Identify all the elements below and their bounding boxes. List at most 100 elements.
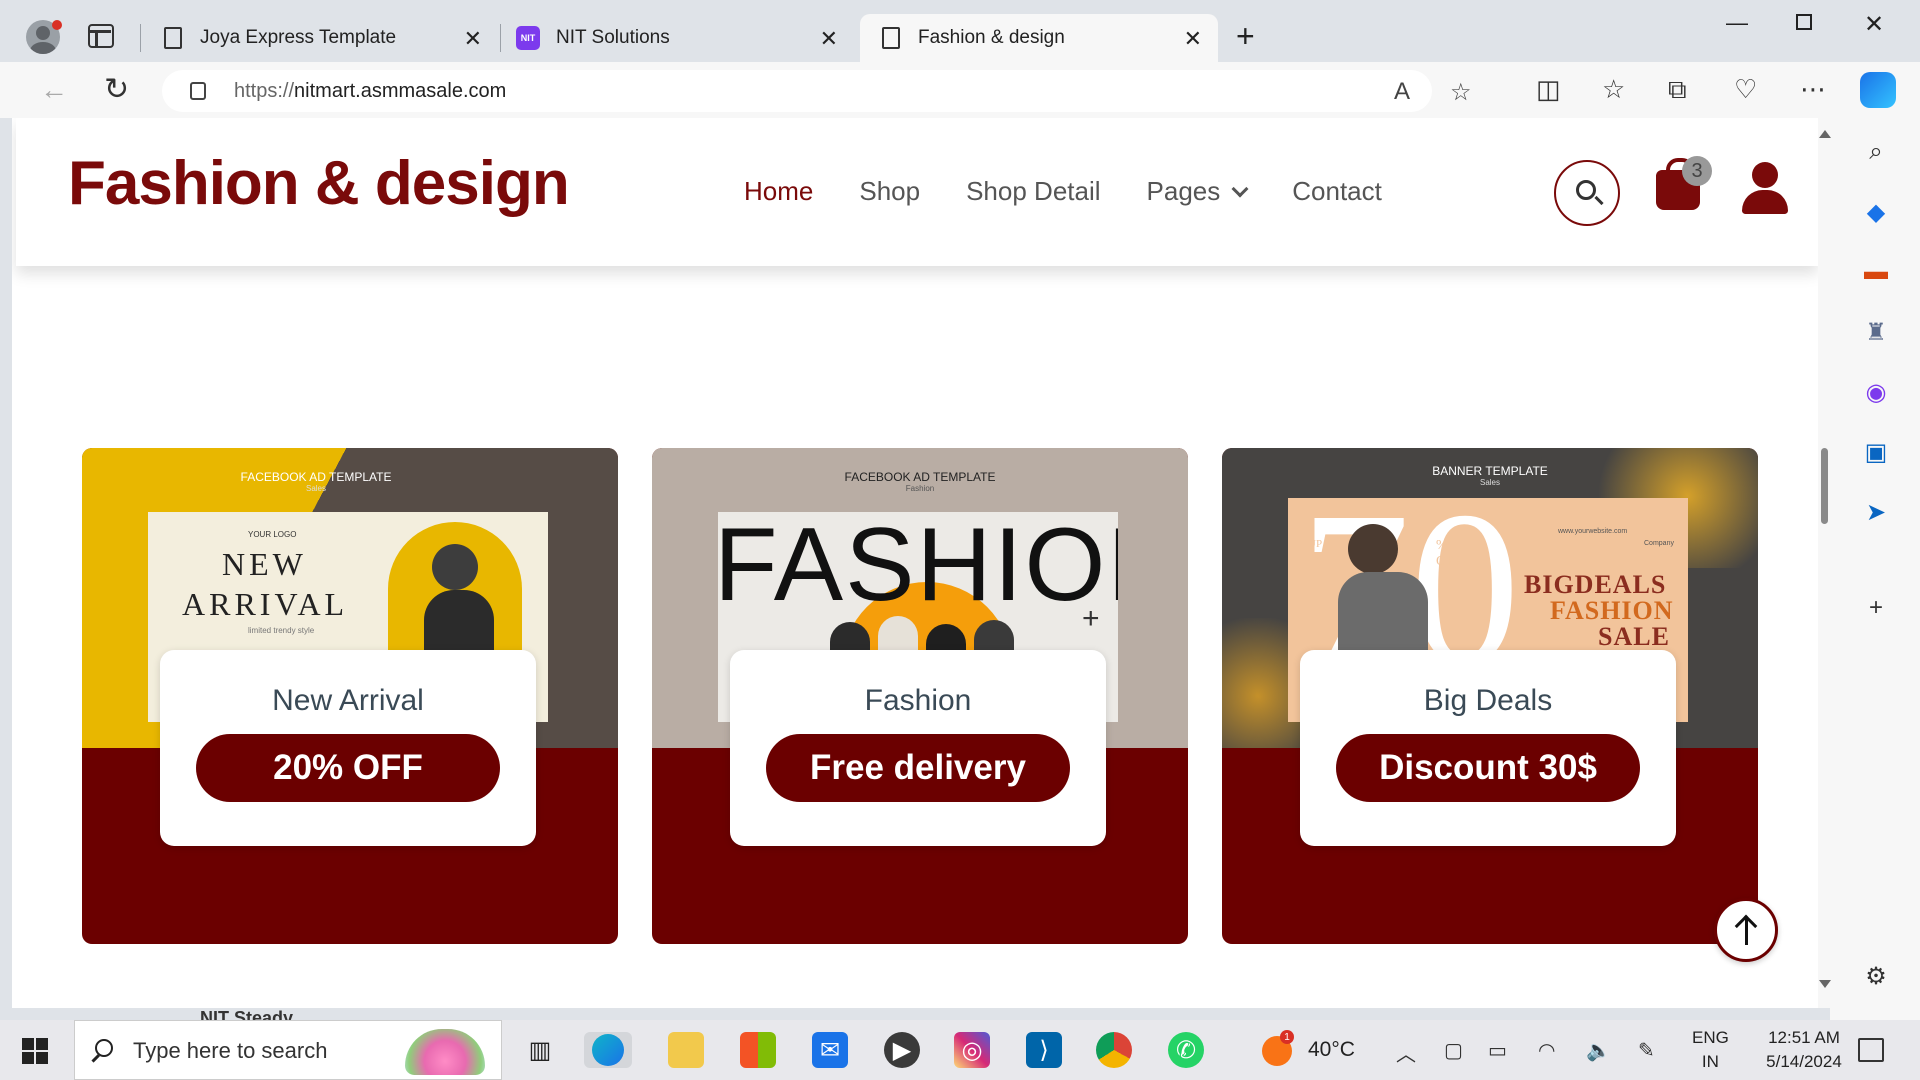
microsoft-store-icon[interactable] [740,1032,776,1068]
maximize-icon[interactable] [1796,14,1812,30]
settings-icon[interactable]: ⚙ [1862,962,1890,990]
edge-app-icon[interactable] [584,1032,632,1068]
task-view-icon[interactable]: ▥ [522,1032,558,1068]
shopping-tag-icon[interactable]: ◆ [1862,198,1890,226]
promo-card-new-arrival[interactable]: FACEBOOK AD TEMPLATE Sales YOUR LOGO NEW … [82,448,618,944]
search-button[interactable] [1554,160,1620,226]
windows-start-icon[interactable] [22,1038,48,1064]
tab-fashion[interactable]: Fashion & design ✕ [860,14,1218,62]
nav-shop[interactable]: Shop [859,176,920,207]
instagram-icon[interactable]: ◎ [954,1032,990,1068]
promo-button[interactable]: 20% OFF [196,734,500,802]
tab-title: NIT Solutions [556,27,670,48]
promo-card-big-deals[interactable]: BANNER TEMPLATESales 70 UP TO % OFF www.… [1222,448,1758,944]
search-icon [95,1039,113,1057]
vscode-icon[interactable]: ⟩ [1026,1032,1062,1068]
search-icon [1576,180,1596,200]
clock[interactable]: 12:51 AM 5/14/2024 [1744,1026,1864,1074]
ad-header: BANNER TEMPLATE Sales [1432,464,1548,487]
whatsapp-icon[interactable]: ✆ [1168,1032,1204,1068]
promo-card-fashion[interactable]: FACEBOOK AD TEMPLATEFashion FASHION + Fa… [652,448,1188,944]
copilot-icon[interactable] [1860,72,1896,108]
tab-strip: Joya Express Template ✕ NIT NIT Solution… [0,0,1920,62]
address-bar[interactable]: https://nitmart.asmmasale.com A ☆ [162,70,1472,112]
nav-pages-label: Pages [1146,176,1221,206]
language-indicator[interactable]: ENG IN [1692,1026,1729,1074]
user-icon[interactable] [1742,162,1788,214]
scroll-down-arrow[interactable] [1819,980,1831,988]
promo-title: Big Deals [1423,684,1553,717]
search-icon[interactable]: ⌕ [1862,138,1890,166]
tab-title: Joya Express Template [200,27,397,48]
notification-dot [52,20,62,30]
pen-icon[interactable]: ✎ [1638,1038,1655,1063]
battery-icon[interactable]: ▭ [1488,1038,1507,1063]
volume-icon[interactable]: 🔈 [1586,1038,1611,1063]
mail-icon[interactable]: ✉ [812,1032,848,1068]
taskbar-search-box[interactable]: Type here to search [74,1020,502,1080]
temperature-text[interactable]: 40°C [1308,1038,1355,1062]
lock-icon[interactable] [190,82,206,100]
windows-taskbar: Type here to search ▥ ✉ ▶ ◎ ⟩ ✆ 1 40°C ︿… [0,1020,1920,1080]
nav-home[interactable]: Home [744,176,813,207]
promo-title: Fashion [864,684,972,717]
games-icon[interactable]: ♜ [1862,318,1890,346]
meet-now-icon[interactable]: ▢ [1444,1038,1463,1063]
page-scrollbar[interactable] [1818,118,1831,1008]
chevron-down-icon [1231,180,1249,197]
site-logo[interactable]: Fashion & design [68,148,570,219]
add-icon[interactable]: + [1862,594,1890,622]
back-icon[interactable]: ← [40,74,68,106]
promo-button[interactable]: Discount 30$ [1336,734,1640,802]
page-icon [164,27,182,49]
tab-nit[interactable]: NIT NIT Solutions ✕ [502,14,854,62]
main-nav: Home Shop Shop Detail Pages Contact [744,176,1382,207]
scroll-up-arrow[interactable] [1819,130,1831,138]
close-tab-icon[interactable]: ✕ [1184,26,1202,52]
collections-icon[interactable]: ⧉ [1668,74,1687,106]
browser-toolbar: ← ↻ https://nitmart.asmmasale.com A ☆ ◫ … [0,62,1920,118]
more-menu-icon[interactable]: ⋯ [1800,74,1826,105]
microsoft365-icon[interactable]: ◉ [1862,378,1890,406]
wifi-icon[interactable]: ◠ [1538,1038,1555,1063]
cart-count-badge: 3 [1682,156,1712,186]
split-screen-icon[interactable]: ◫ [1536,74,1561,105]
promo-button[interactable]: Free delivery [766,734,1070,802]
nit-favicon-icon: NIT [516,26,540,50]
reload-icon[interactable]: ↻ [104,72,129,107]
promo-overlay: Big Deals Discount 30$ [1300,650,1676,846]
close-window-icon[interactable]: ✕ [1864,10,1884,39]
lotus-highlight-icon [405,1029,485,1075]
ad-header: FACEBOOK AD TEMPLATE Fashion [844,470,996,493]
minimize-icon[interactable]: — [1726,10,1748,36]
new-tab-icon[interactable]: + [1236,18,1255,55]
page-viewport: Fashion & design Home Shop Shop Detail P… [12,118,1818,1008]
media-player-icon[interactable]: ▶ [884,1032,920,1068]
notification-center-icon[interactable] [1858,1038,1884,1062]
read-aloud-icon[interactable]: A [1394,78,1410,106]
favorites-icon[interactable]: ☆ [1602,74,1625,105]
site-header: Fashion & design Home Shop Shop Detail P… [16,118,1818,266]
favorite-star-icon[interactable]: ☆ [1450,78,1472,107]
ad-header: FACEBOOK AD TEMPLATE Sales [240,470,392,493]
close-tab-icon[interactable]: ✕ [464,26,482,52]
weather-icon[interactable]: 1 [1262,1030,1294,1066]
promo-overlay: Fashion Free delivery [730,650,1106,846]
close-tab-icon[interactable]: ✕ [820,26,838,52]
url-text[interactable]: https://nitmart.asmmasale.com [234,80,506,103]
tab-joya[interactable]: Joya Express Template ✕ [142,14,498,62]
file-explorer-icon[interactable] [668,1032,704,1068]
chrome-icon[interactable] [1096,1032,1132,1068]
send-icon[interactable]: ➤ [1862,498,1890,526]
nav-shop-detail[interactable]: Shop Detail [966,176,1100,207]
tab-actions-icon[interactable] [88,24,114,48]
nav-pages[interactable]: Pages [1146,176,1249,207]
nav-contact[interactable]: Contact [1292,176,1382,207]
scroll-to-top-button[interactable] [1714,898,1778,962]
outlook-icon[interactable]: ▣ [1862,438,1890,466]
tools-icon[interactable]: ▬ [1862,258,1890,286]
scroll-thumb[interactable] [1821,448,1828,524]
browser-essentials-icon[interactable]: ♡ [1734,74,1757,105]
promo-overlay: New Arrival 20% OFF [160,650,536,846]
show-hidden-icons-chevron-icon[interactable]: ︿ [1396,1038,1416,1067]
